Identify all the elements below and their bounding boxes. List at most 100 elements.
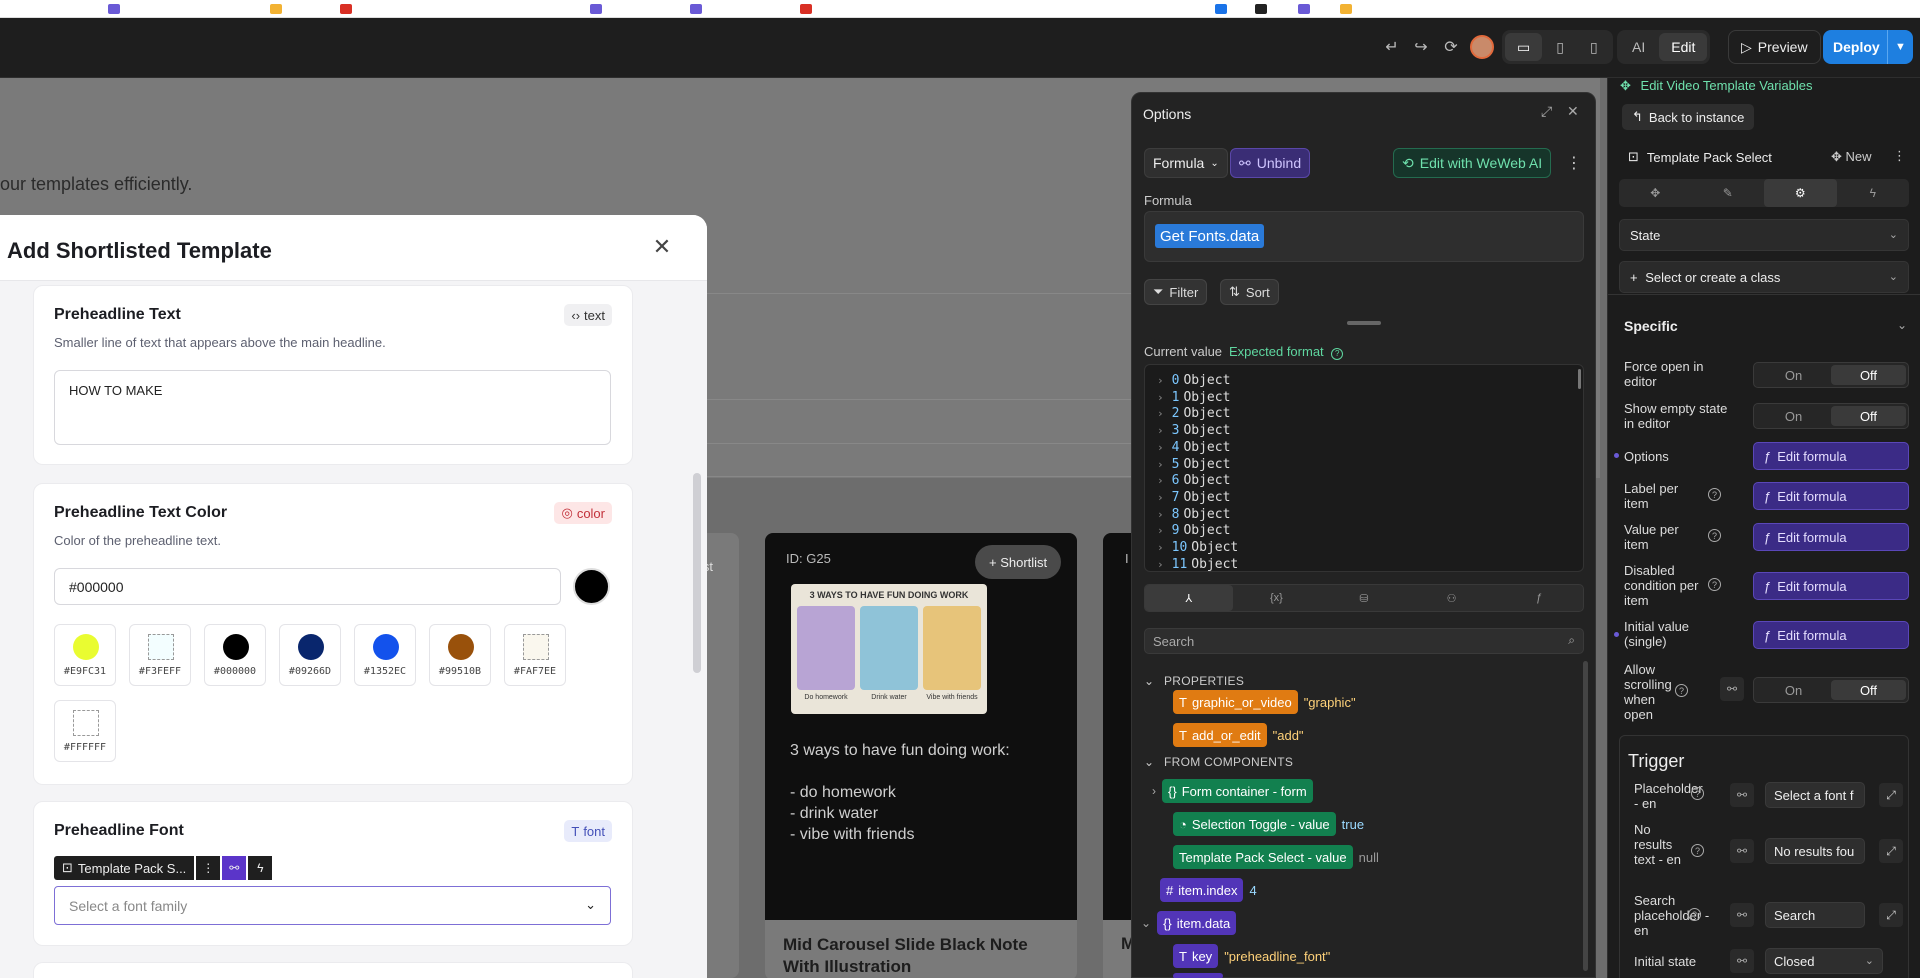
value-row[interactable]: › 11 Object — [1157, 557, 1238, 571]
bookmark-icon[interactable] — [1298, 4, 1310, 14]
new-button[interactable]: ✥ New — [1831, 149, 1872, 165]
tab-workflow-icon[interactable]: ϟ — [1837, 179, 1910, 207]
component-row[interactable]: Template Pack Select - value null — [1173, 845, 1379, 869]
edit-with-weweb-ai-button[interactable]: ⟲ Edit with WeWeb AI — [1393, 148, 1552, 178]
chevron-right-icon[interactable]: › — [1157, 374, 1164, 387]
color-swatch[interactable]: #99510B — [429, 624, 491, 686]
help-icon[interactable]: ? — [1708, 578, 1721, 591]
unbind-icon[interactable]: ⚯ — [1730, 839, 1754, 863]
toggle-on[interactable]: On — [1756, 680, 1831, 700]
chevron-down-icon[interactable]: ⌄ — [1141, 916, 1151, 930]
text-variable-chip[interactable]: T graphic_or_video — [1173, 690, 1298, 714]
formula-editor[interactable]: Get Fonts.data — [1144, 211, 1584, 262]
user-avatar[interactable] — [1468, 33, 1496, 61]
bookmark-icon[interactable] — [270, 4, 282, 14]
chevron-right-icon[interactable]: › — [1152, 784, 1156, 798]
expand-icon[interactable]: ⤢ — [1541, 103, 1552, 120]
desktop-icon[interactable]: ▭ — [1505, 33, 1543, 61]
undo-icon[interactable]: ↵ — [1378, 33, 1406, 61]
bookmark-icon[interactable] — [690, 4, 702, 14]
tab-settings-icon[interactable]: ⚙ — [1764, 179, 1837, 207]
formula-mode-dropdown[interactable]: Formula ⌄ — [1144, 148, 1228, 178]
property-row[interactable]: T add_or_edit "add" — [1173, 723, 1304, 747]
color-hex-input[interactable]: #000000 — [54, 568, 561, 605]
component-chip[interactable]: ◔ Selection Toggle - value — [1173, 812, 1336, 836]
color-swatch[interactable]: #09266D — [279, 624, 341, 686]
item-key-row[interactable]: T key "preheadline_font" — [1173, 944, 1330, 968]
mode-edit-button[interactable]: Edit — [1659, 33, 1708, 61]
close-icon[interactable]: ✕ — [650, 234, 674, 259]
tablet-icon[interactable]: ▯ — [1544, 33, 1576, 61]
toggle-off[interactable]: Off — [1831, 680, 1906, 700]
chevron-right-icon[interactable]: › — [1157, 458, 1164, 471]
help-icon[interactable]: ? — [1675, 684, 1688, 697]
preheadline-text-input[interactable]: HOW TO MAKE — [54, 370, 611, 445]
help-icon[interactable]: ? — [1691, 844, 1704, 857]
value-row[interactable]: › 2 Object — [1157, 406, 1230, 421]
preview-button[interactable]: ▷ Preview — [1728, 30, 1821, 64]
bolt-icon[interactable]: ϟ — [248, 856, 273, 880]
value-row[interactable]: › 8 Object — [1157, 507, 1230, 522]
shortlist-button[interactable]: + Shortlist — [975, 545, 1062, 579]
object-variable-chip[interactable]: {} item.data — [1157, 911, 1237, 935]
unbind-icon[interactable]: ⚯ — [1730, 949, 1754, 973]
tab-database-icon[interactable]: ⛁ — [1320, 585, 1408, 611]
tab-style-icon[interactable]: ✎ — [1692, 179, 1765, 207]
initial-state-select[interactable]: Closed ⌄ — [1765, 948, 1883, 974]
chevron-down-icon[interactable]: ▼ — [1887, 30, 1913, 64]
tab-formula-icon[interactable]: ƒ — [1495, 585, 1583, 611]
formula-token[interactable]: Get Fonts.data — [1155, 224, 1265, 248]
value-row[interactable]: › 7 Object — [1157, 490, 1230, 505]
element-name-tag[interactable]: ⊡ Template Pack S... — [54, 856, 195, 880]
options-edit-formula-button[interactable]: ƒ Edit formula — [1753, 442, 1909, 470]
value-row[interactable]: › 3 Object — [1157, 423, 1230, 438]
help-icon[interactable]: ? — [1708, 488, 1721, 501]
value-row[interactable]: › 1 Object — [1157, 390, 1230, 405]
tab-layout-icon[interactable]: ✥ — [1619, 179, 1692, 207]
color-swatch[interactable]: #E9FC31 — [54, 624, 116, 686]
color-swatch[interactable]: #FFFFFF — [54, 700, 116, 762]
variable-chip[interactable] — [1173, 973, 1223, 978]
chevron-right-icon[interactable]: › — [1157, 441, 1164, 454]
chevron-down-icon[interactable]: ⌄ — [1897, 318, 1907, 332]
panel-scrollbar[interactable] — [1583, 661, 1588, 971]
expand-icon[interactable]: ⤢ — [1879, 839, 1903, 863]
class-dropdown[interactable]: + Select or create a class ⌄ — [1619, 261, 1909, 293]
toggle-off[interactable]: Off — [1831, 406, 1906, 426]
placeholder-input[interactable]: Select a font f — [1765, 782, 1865, 808]
toggle-on[interactable]: On — [1756, 406, 1831, 426]
text-variable-chip[interactable]: T add_or_edit — [1173, 723, 1267, 747]
component-row[interactable]: ◔ Selection Toggle - value true — [1173, 812, 1364, 836]
number-variable-chip[interactable]: # item.index — [1160, 878, 1244, 902]
more-icon[interactable]: ⋮ — [1893, 148, 1906, 164]
value-row[interactable]: › 9 Object — [1157, 523, 1230, 538]
value-row[interactable]: › 0 Object — [1157, 373, 1230, 388]
state-dropdown[interactable]: State ⌄ — [1619, 219, 1909, 251]
bookmark-icon[interactable] — [590, 4, 602, 14]
label-per-item-edit-formula-button[interactable]: ƒ Edit formula — [1753, 482, 1909, 510]
expected-format-link[interactable]: Expected format ? — [1229, 344, 1344, 360]
allow-scrolling-toggle[interactable]: On Off — [1753, 677, 1909, 703]
color-preview[interactable] — [573, 568, 610, 605]
refresh-icon[interactable]: ⟳ — [1437, 33, 1465, 61]
unbind-button[interactable]: ⚯ Unbind — [1230, 148, 1311, 178]
show-empty-toggle[interactable]: On Off — [1753, 403, 1909, 429]
disabled-condition-edit-formula-button[interactable]: ƒ Edit formula — [1753, 572, 1909, 600]
help-icon[interactable]: ? — [1708, 529, 1721, 542]
unbind-icon[interactable]: ⚯ — [1730, 903, 1754, 927]
chevron-right-icon[interactable]: › — [1157, 391, 1164, 404]
unbind-icon[interactable]: ⚯ — [1720, 677, 1744, 701]
sort-button[interactable]: ⇅ Sort — [1220, 279, 1279, 305]
item-data-row[interactable]: ⌄ {} item.data — [1141, 911, 1237, 935]
chevron-right-icon[interactable]: › — [1157, 541, 1164, 554]
chevron-right-icon[interactable]: › — [1157, 524, 1164, 537]
template-card[interactable]: ID: G25 + Shortlist 3 WAYS TO HAVE FUN D… — [765, 533, 1077, 978]
bookmark-icon[interactable] — [340, 4, 352, 14]
no-results-input[interactable]: No results fou — [1765, 838, 1865, 864]
chevron-right-icon[interactable]: › — [1157, 424, 1164, 437]
close-icon[interactable]: ✕ — [1567, 103, 1579, 120]
font-family-select[interactable]: Select a font family ⌄ — [54, 886, 611, 925]
chevron-right-icon[interactable]: › — [1157, 474, 1164, 487]
properties-group[interactable]: ⌄ PROPERTIES — [1144, 674, 1244, 688]
more-icon[interactable]: ⋮ — [1566, 153, 1582, 173]
